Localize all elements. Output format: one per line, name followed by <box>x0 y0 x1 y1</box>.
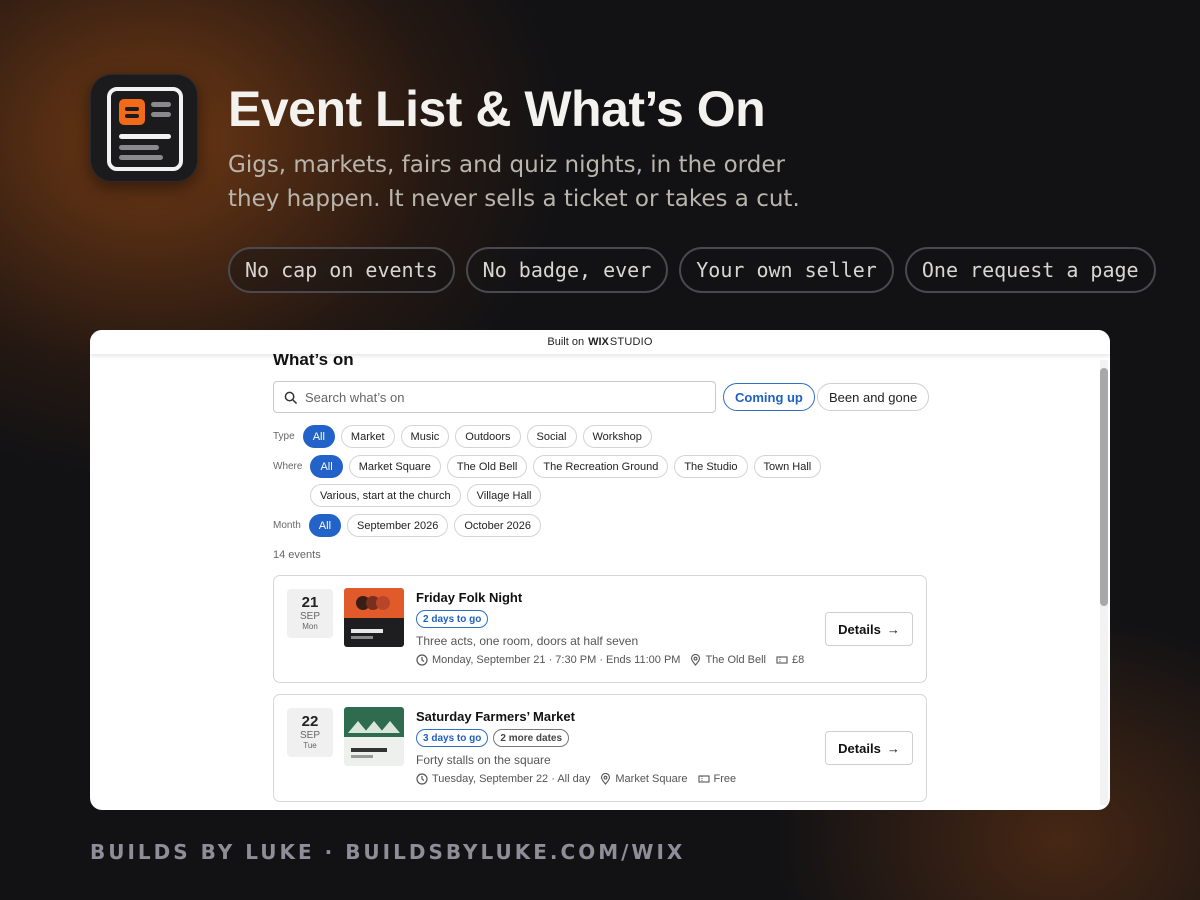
where-chip-old-bell[interactable]: The Old Bell <box>446 455 528 478</box>
details-button[interactable]: Details → <box>825 731 913 765</box>
arrow-right-icon: → <box>886 740 900 756</box>
where-filter-row-2: Various, start at the church Village Hal… <box>310 484 547 507</box>
clock-icon <box>416 654 428 666</box>
event-when: Tuesday, September 22 · All day <box>432 773 591 785</box>
event-thumbnail <box>344 707 404 766</box>
details-button[interactable]: Details → <box>825 612 913 646</box>
filter-label: Type <box>273 431 295 442</box>
coming-up-toggle[interactable]: Coming up <box>723 383 815 411</box>
event-title[interactable]: Saturday Farmers’ Market <box>416 709 575 724</box>
month-filter-row: Month All September 2026 October 2026 <box>273 514 547 537</box>
details-label: Details <box>838 740 881 756</box>
wix-logo-text: WIX <box>588 336 609 348</box>
event-tags: 2 days to go <box>416 610 489 628</box>
feature-pills: No cap on events No badge, ever Your own… <box>228 247 1156 293</box>
where-chip-market-square[interactable]: Market Square <box>348 455 441 478</box>
filter-label: Month <box>273 520 301 531</box>
clock-icon <box>416 773 428 785</box>
date-box: 22 SEP Tue <box>287 708 333 757</box>
event-card[interactable]: 21 SEP Mon Friday Folk Night 2 days to g… <box>273 575 927 683</box>
event-count: 14 events <box>273 549 321 561</box>
event-venue: The Old Bell <box>705 654 766 666</box>
location-pin-icon <box>691 654 701 666</box>
where-chip-studio[interactable]: The Studio <box>674 455 748 478</box>
date-weekday: Mon <box>302 622 318 631</box>
page-title: Event List & What’s On <box>228 81 766 137</box>
ticket-icon <box>697 775 710 783</box>
event-thumbnail <box>344 588 404 647</box>
where-filter-row: Where All Market Square The Old Bell The… <box>273 455 827 478</box>
app-icon <box>90 74 198 182</box>
search-input[interactable] <box>305 389 705 405</box>
month-chip-october[interactable]: October 2026 <box>454 514 542 537</box>
where-chip-various[interactable]: Various, start at the church <box>310 484 461 507</box>
event-when: Monday, September 21 · 7:30 PM · Ends 11… <box>432 654 681 666</box>
more-dates-badge[interactable]: 2 more dates <box>493 729 570 747</box>
type-chip-music[interactable]: Music <box>400 425 450 448</box>
been-and-gone-toggle[interactable]: Been and gone <box>817 383 930 411</box>
event-title[interactable]: Friday Folk Night <box>416 590 522 605</box>
subtitle-line: Gigs, markets, fairs and quiz nights, in… <box>228 152 785 178</box>
month-chip-september[interactable]: September 2026 <box>347 514 449 537</box>
countdown-badge: 3 days to go <box>416 729 489 747</box>
where-chip-recreation-ground[interactable]: The Recreation Ground <box>533 455 669 478</box>
details-label: Details <box>838 621 881 637</box>
event-price: £8 <box>791 654 805 666</box>
studio-logo-text: STUDIO <box>609 336 653 348</box>
where-chip-all[interactable]: All <box>310 455 343 478</box>
type-chip-market[interactable]: Market <box>340 425 395 448</box>
event-venue: Market Square <box>615 773 688 785</box>
feature-pill: No cap on events <box>228 247 455 293</box>
date-box: 21 SEP Mon <box>287 589 333 638</box>
date-month: SEP <box>299 611 320 622</box>
footer-credit: BUILDS BY LUKE · BUILDSBYLUKE.COM/WIX <box>90 840 686 864</box>
type-chip-social[interactable]: Social <box>526 425 577 448</box>
ticket-icon <box>776 656 788 664</box>
filter-label: Where <box>273 461 303 472</box>
subtitle-line: they happen. It never sells a ticket or … <box>228 186 800 212</box>
event-description: Forty stalls on the square <box>416 753 551 767</box>
type-chip-all[interactable]: All <box>302 425 335 448</box>
date-day: 21 <box>301 594 319 611</box>
built-on-text: Built on <box>547 336 585 348</box>
feature-pill: One request a page <box>904 247 1156 293</box>
event-description: Three acts, one room, doors at half seve… <box>416 634 639 648</box>
feature-pill: Your own seller <box>679 247 894 293</box>
search-box[interactable] <box>273 381 716 413</box>
type-chip-workshop[interactable]: Workshop <box>582 425 652 448</box>
date-day: 22 <box>301 713 319 730</box>
date-month: SEP <box>299 730 320 741</box>
event-price: Free <box>713 773 737 785</box>
date-weekday: Tue <box>303 741 317 750</box>
month-chip-all[interactable]: All <box>308 514 342 537</box>
page-subtitle: Gigs, markets, fairs and quiz nights, in… <box>228 148 828 216</box>
type-filter-row: Type All Market Music Outdoors Social Wo… <box>273 425 658 448</box>
event-meta: Monday, September 21 · 7:30 PM · Ends 11… <box>416 654 804 666</box>
type-chip-outdoors[interactable]: Outdoors <box>455 425 521 448</box>
arrow-right-icon: → <box>886 621 900 637</box>
event-tags: 3 days to go 2 more dates <box>416 729 570 747</box>
location-pin-icon <box>601 773 611 785</box>
feature-pill: No badge, ever <box>465 247 669 293</box>
countdown-badge: 2 days to go <box>416 610 489 628</box>
built-on-bar: Built on WIX STUDIO <box>90 330 1110 354</box>
where-chip-town-hall[interactable]: Town Hall <box>753 455 822 478</box>
site-preview: Built on WIX STUDIO What’s on Coming up … <box>90 330 1110 810</box>
search-icon <box>284 391 297 404</box>
event-card[interactable]: 22 SEP Tue Saturday Farmers’ Market 3 da… <box>273 694 927 802</box>
where-chip-village-hall[interactable]: Village Hall <box>466 484 542 507</box>
scrollbar-thumb[interactable] <box>1100 368 1108 606</box>
event-meta: Tuesday, September 22 · All day Market S… <box>416 773 736 785</box>
